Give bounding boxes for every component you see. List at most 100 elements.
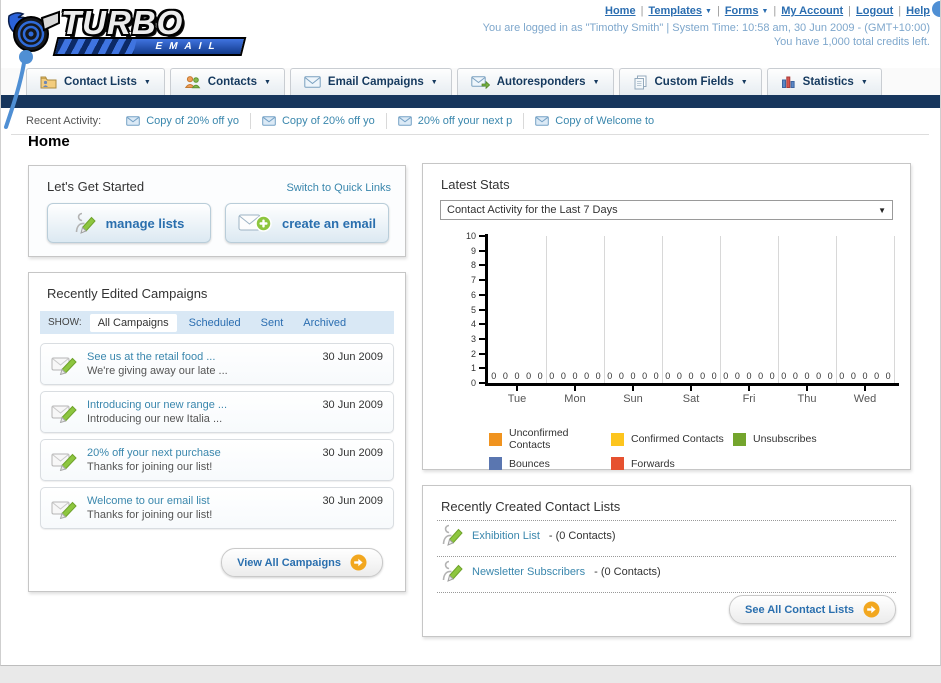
- chevron-down-icon: ▼: [263, 78, 271, 86]
- create-an-email-button[interactable]: create an email: [225, 203, 389, 243]
- legend-item: Bounces: [489, 457, 611, 470]
- recent-activity-item[interactable]: Copy of 20% off yo: [115, 113, 250, 129]
- chart-value-label: 0: [595, 371, 601, 381]
- contact-list-row[interactable]: Newsletter Subscribers - (0 Contacts): [423, 557, 910, 586]
- chart-value-label: 0: [526, 371, 532, 381]
- see-all-contact-lists-button[interactable]: See All Contact Lists: [728, 595, 896, 624]
- chart-x-tick-label: Sat: [682, 393, 700, 405]
- chart-value-label: 0: [514, 371, 520, 381]
- filter-scheduled[interactable]: Scheduled: [181, 314, 249, 332]
- campaign-row[interactable]: 20% off your next purchase Thanks for joi…: [40, 439, 394, 481]
- divider-bar: [1, 95, 940, 108]
- tab-contacts[interactable]: Contacts ▼: [169, 68, 285, 95]
- tab-label: Email Campaigns: [327, 76, 424, 88]
- campaign-subtitle: We're giving away our late ...: [87, 365, 228, 377]
- chart-x-tick: [690, 386, 692, 391]
- legend-swatch: [611, 432, 624, 446]
- campaign-title-link[interactable]: See us at the retail food ...: [87, 350, 322, 364]
- nav-link-logout[interactable]: Logout: [856, 5, 893, 17]
- stats-panel-title: Latest Stats: [441, 177, 510, 192]
- contact-lists-icon: [40, 75, 57, 89]
- switch-quick-links-link[interactable]: Switch to Quick Links: [286, 182, 391, 194]
- pencil-envelope-icon: [51, 353, 77, 375]
- chart-y-tick: [479, 352, 485, 355]
- chart-y-tick: [479, 235, 485, 237]
- tab-contact-lists[interactable]: Contact Lists ▼: [26, 68, 165, 95]
- legend-swatch: [611, 457, 624, 470]
- tab-custom-fields[interactable]: Custom Fields ▼: [618, 68, 762, 95]
- chart-value-label: 0: [642, 371, 648, 381]
- recent-activity-item-label: 20% off your next p: [417, 114, 513, 127]
- tab-autoresponders[interactable]: Autoresponders ▼: [456, 68, 614, 95]
- chart-x-tick: [632, 386, 634, 391]
- legend-swatch: [489, 457, 502, 470]
- campaign-list: See us at the retail food ... We're givin…: [40, 343, 394, 535]
- chart-x-tick: [574, 386, 576, 391]
- nav-link-forms[interactable]: Forms: [725, 5, 759, 17]
- campaign-row[interactable]: Welcome to our email list Thanks for join…: [40, 487, 394, 529]
- contact-lists-panel-title: Recently Created Contact Lists: [441, 499, 621, 514]
- tab-label: Autoresponders: [496, 76, 586, 88]
- nav-link-templates[interactable]: Templates: [648, 5, 702, 17]
- chart-x-tick: [806, 386, 808, 391]
- get-started-panel: Let's Get Started Switch to Quick Links …: [28, 165, 406, 257]
- recent-activity-item[interactable]: Copy of 20% off yo: [249, 112, 386, 129]
- chart-x-tick-label: Fri: [742, 393, 756, 405]
- logo-stripes: [55, 39, 137, 54]
- contact-list-name-link[interactable]: Exhibition List: [472, 530, 540, 542]
- chart-y-tick-label: 6: [470, 289, 476, 300]
- chart-value-label: 0: [734, 371, 740, 381]
- nav-link-my-account[interactable]: My Account: [781, 5, 843, 17]
- envelope-small-icon: [126, 115, 141, 126]
- chart-value-label: 0: [862, 371, 868, 381]
- campaign-filters-bar: SHOW: All Campaigns Scheduled Sent Archived: [40, 311, 394, 334]
- recent-activity-item[interactable]: Copy of Welcome to: [523, 112, 665, 129]
- main-nav-tabs: Contact Lists ▼ Contacts ▼ Email Campaigns ▼ A…: [1, 68, 940, 95]
- envelope-plus-icon: [238, 213, 272, 234]
- legend-swatch: [733, 432, 746, 446]
- legend-label: Unsubscribes: [753, 433, 817, 445]
- logo-banner: EMAIL: [52, 37, 247, 56]
- campaign-subtitle: Introducing our new Italia ...: [87, 413, 223, 425]
- filter-archived[interactable]: Archived: [295, 314, 354, 332]
- tab-email-campaigns[interactable]: Email Campaigns ▼: [289, 68, 452, 95]
- chart-value-label: 0: [804, 371, 810, 381]
- filter-sent[interactable]: Sent: [253, 314, 292, 332]
- chart-y-tick: [479, 279, 485, 282]
- view-all-campaigns-button[interactable]: View All Campaigns: [221, 548, 383, 577]
- legend-swatch: [489, 432, 502, 446]
- chevron-down-icon: ▼: [740, 78, 748, 86]
- recent-activity-item[interactable]: 20% off your next p: [385, 112, 524, 129]
- chart-y-tick: [479, 382, 485, 384]
- campaign-date: 30 Jun 2009: [322, 495, 383, 507]
- page-title: Home: [28, 133, 70, 150]
- nav-link-help[interactable]: Help: [906, 5, 930, 17]
- chart-value-label: 0: [885, 371, 891, 381]
- show-label: SHOW:: [48, 317, 82, 328]
- campaign-row[interactable]: Introducing our new range ... Introducing…: [40, 391, 394, 433]
- chart-x-tick-label: Thu: [797, 393, 817, 405]
- chart-gridline: [604, 236, 605, 383]
- chart-y-tick-label: 10: [465, 231, 476, 241]
- chart-value-label: 0: [816, 371, 822, 381]
- chart-gridline: [662, 236, 663, 383]
- divider-line: [11, 134, 929, 135]
- contact-list-row[interactable]: Exhibition List - (0 Contacts): [423, 521, 910, 550]
- campaign-title-link[interactable]: 20% off your next purchase: [87, 446, 322, 460]
- campaign-row[interactable]: See us at the retail food ... We're givin…: [40, 343, 394, 385]
- app-window: TURBO EMAIL Home | Templates ▼ | Forms ▼ | My Ac…: [0, 0, 941, 666]
- tab-statistics[interactable]: Statistics ▼: [766, 68, 882, 95]
- legend-label: Forwards: [631, 457, 675, 470]
- chart-y-tick-label: 5: [470, 304, 476, 315]
- chevron-down-icon: ▼: [860, 78, 868, 86]
- campaign-title-link[interactable]: Introducing our new range ...: [87, 398, 322, 412]
- chart-value-label: 0: [549, 371, 555, 381]
- contact-list-name-link[interactable]: Newsletter Subscribers: [472, 566, 585, 578]
- nav-link-home[interactable]: Home: [605, 5, 636, 17]
- campaign-title-link[interactable]: Welcome to our email list: [87, 494, 322, 508]
- manage-lists-button[interactable]: manage lists: [47, 203, 211, 243]
- filter-all-campaigns[interactable]: All Campaigns: [89, 313, 177, 332]
- chart-value-group: 00000: [546, 369, 604, 381]
- stats-range-dropdown[interactable]: Contact Activity for the Last 7 Days ▼: [440, 200, 893, 220]
- nav-separator: |: [848, 5, 852, 17]
